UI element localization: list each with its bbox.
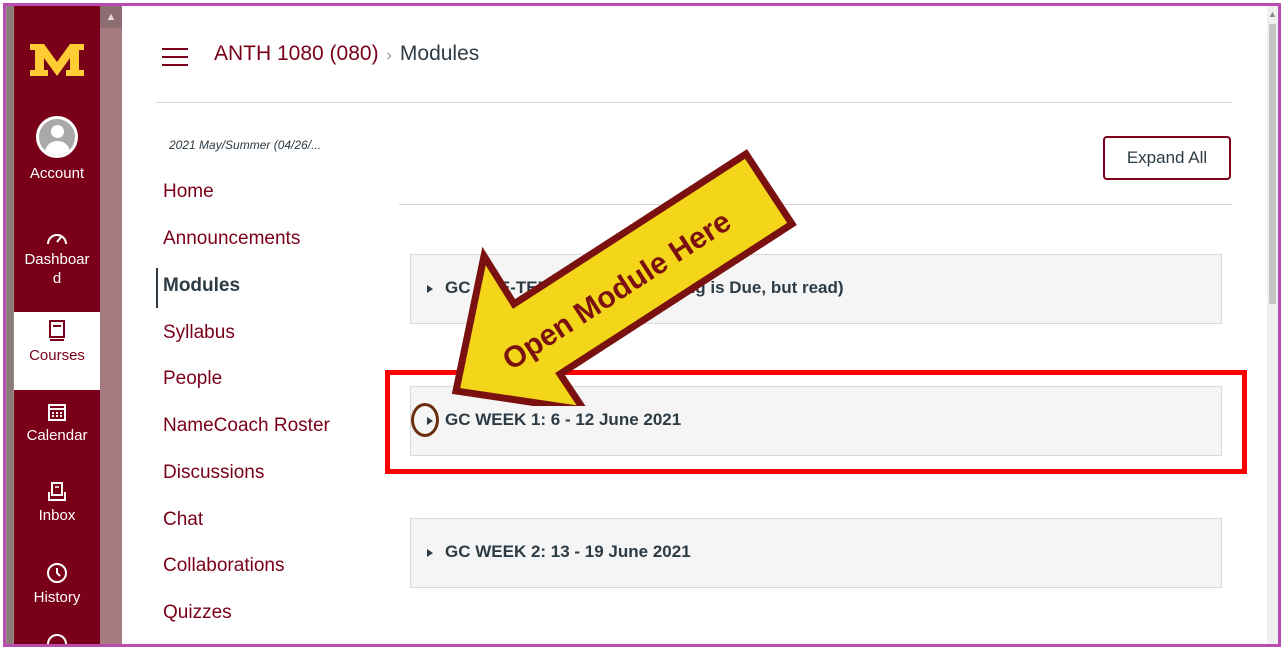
history-icon — [47, 563, 67, 583]
global-nav-label: Calendar — [26, 427, 88, 444]
inbox-icon — [48, 482, 66, 501]
global-nav-courses[interactable]: Courses — [14, 312, 100, 390]
annotation-arrow: Open Module Here — [451, 149, 797, 406]
global-nav-label: Dashboard — [24, 251, 90, 287]
course-nav-people[interactable]: People — [163, 368, 222, 390]
account-avatar — [36, 116, 78, 158]
global-nav-history[interactable]: History — [14, 562, 100, 607]
course-nav-modules[interactable]: Modules — [163, 275, 240, 297]
term-label: 2021 May/Summer (04/26/... — [169, 138, 322, 152]
page-header: ANTH 1080 (080) › Modules — [156, 26, 1232, 103]
global-nav-calendar[interactable]: Calendar — [14, 402, 100, 445]
right-scrollbar[interactable]: ▲ — [1267, 6, 1278, 644]
course-nav-syllabus[interactable]: Syllabus — [163, 322, 235, 344]
course-nav-home[interactable]: Home — [163, 181, 214, 203]
screenshot-frame: Account Dashboard Courses Calendar Inbox… — [3, 3, 1281, 647]
course-nav-discussions[interactable]: Discussions — [163, 462, 264, 484]
module-header[interactable]: GC WEEK 2: 13 - 19 June 2021 — [410, 518, 1222, 588]
module-title: GC WEEK 2: 13 - 19 June 2021 — [445, 542, 691, 561]
left-scrollbar[interactable] — [6, 6, 14, 644]
global-nav-account[interactable]: Account — [14, 116, 100, 183]
course-nav-quizzes[interactable]: Quizzes — [163, 602, 232, 624]
university-logo[interactable] — [26, 36, 88, 84]
global-nav-inbox[interactable]: Inbox — [14, 482, 100, 525]
calendar-icon — [48, 404, 66, 421]
scroll-up-arrow-icon[interactable]: ▲ — [1267, 6, 1278, 22]
circle-annotation — [411, 403, 439, 437]
expand-all-button[interactable]: Expand All — [1103, 136, 1231, 180]
global-nav-label: History — [33, 589, 81, 606]
dashboard-icon — [47, 234, 67, 245]
global-nav-scrollbar[interactable]: ▲ — [100, 6, 122, 644]
course-nav-active-indicator — [156, 268, 158, 308]
global-nav-dashboard[interactable]: Dashboard — [14, 228, 100, 288]
help-icon[interactable] — [46, 632, 68, 646]
global-nav: Account Dashboard Courses Calendar Inbox… — [14, 6, 100, 644]
breadcrumb: ANTH 1080 (080) › Modules — [214, 42, 479, 66]
expand-triangle-icon[interactable] — [427, 285, 433, 293]
course-nav-collaborations[interactable]: Collaborations — [163, 555, 284, 577]
right-scrollbar-thumb[interactable] — [1269, 24, 1276, 304]
course-nav-announcements[interactable]: Announcements — [163, 228, 300, 250]
course-nav-chat[interactable]: Chat — [163, 509, 203, 531]
left-scrollbar-thumb[interactable] — [7, 6, 13, 644]
breadcrumb-separator: › — [386, 47, 392, 64]
breadcrumb-course-link[interactable]: ANTH 1080 (080) — [214, 42, 379, 65]
course-nav-namecoach-roster[interactable]: NameCoach Roster — [163, 415, 330, 437]
expand-triangle-icon[interactable] — [427, 549, 433, 557]
hamburger-menu-icon[interactable] — [162, 48, 188, 66]
global-nav-label: Courses — [29, 347, 85, 364]
scroll-up-arrow-icon[interactable]: ▲ — [100, 6, 122, 28]
global-nav-label: Account — [29, 165, 85, 182]
courses-icon — [49, 320, 65, 341]
breadcrumb-current: Modules — [399, 42, 480, 65]
global-nav-label: Inbox — [38, 507, 76, 524]
